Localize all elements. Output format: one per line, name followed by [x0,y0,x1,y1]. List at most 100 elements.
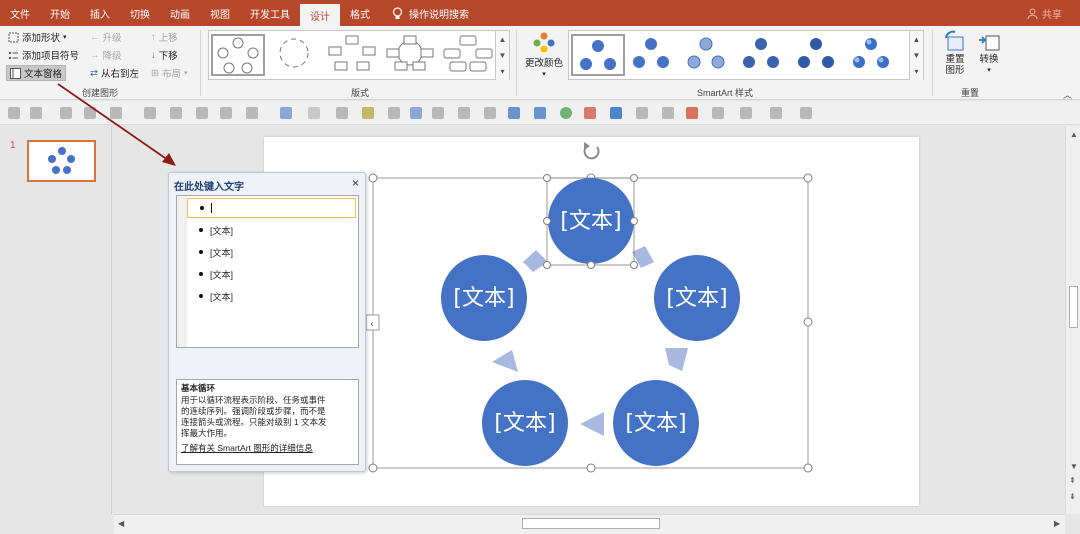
reset-graphic-icon [945,30,964,51]
layers-icon[interactable] [740,107,752,119]
tab-home[interactable]: 开始 [40,0,80,26]
bullet-item-3[interactable]: [文本] [187,242,356,262]
align-top-icon[interactable] [84,107,96,119]
layout-button[interactable]: ⊞ 布局 ▾ [151,65,188,81]
collapse-ribbon-button[interactable]: ︿ [1063,88,1072,101]
slide-thumbnail[interactable] [27,140,96,182]
layouts-more[interactable]: ▾ [495,63,509,80]
reset-graphic-button[interactable]: 重置图形 [938,30,972,76]
distribute-icon[interactable] [170,107,182,119]
text-pane-bullet-list[interactable]: [文本] [文本] [文本] [文本] [176,195,359,348]
move-down-icon: ↓ [151,49,156,61]
right-to-left-button[interactable]: ⇄ 从右到左 [90,65,139,81]
bring-forward-icon[interactable] [686,107,698,119]
tab-transitions[interactable]: 切换 [120,0,160,26]
style-thumb-2[interactable] [626,34,680,76]
bullet-dot [199,250,203,254]
close-icon[interactable]: × [352,176,359,190]
text-pane-button[interactable]: 文本窗格 [6,65,67,81]
layout-nondirectional-cycle[interactable] [443,34,497,76]
bullet-item-1[interactable] [187,198,356,218]
learn-more-link[interactable]: 了解有关 SmartArt 图形的详细信息 [181,443,354,454]
text-pane-label: 文本窗格 [24,69,63,80]
chart-icon[interactable] [636,107,648,119]
change-colors-button[interactable]: 更改颜色 ▾ [522,30,566,80]
selection-pane-icon[interactable] [770,107,782,119]
layout-basic-cycle[interactable] [211,34,265,76]
styles-more[interactable]: ▾ [909,63,923,80]
share-button[interactable]: 共享 [1027,0,1062,26]
bullet-item-2[interactable]: [文本] [187,220,356,240]
style-thumb-6[interactable] [846,34,900,76]
tab-file[interactable]: 文件 [0,0,40,26]
collapse-text-pane-button[interactable]: ‹ [365,314,380,331]
horizontal-scrollbar[interactable]: ◀ ▶ [114,514,1065,534]
layouts-scroll-down[interactable]: ▼ [495,47,509,63]
align-center-icon[interactable] [30,107,42,119]
style-thumb-4[interactable] [736,34,790,76]
bullet-text: [文本] [210,225,234,236]
layout-segmented-cycle[interactable] [385,34,439,76]
bullet-item-4[interactable]: [文本] [187,264,356,284]
horizontal-scroll-thumb[interactable] [522,518,660,529]
add-shape-icon [8,32,19,42]
ungroup-icon[interactable] [220,107,232,119]
fill-bucket-icon[interactable] [410,107,422,119]
tab-format[interactable]: 格式 [340,0,380,26]
scroll-left-arrow[interactable]: ◀ [118,519,124,528]
font-color-icon[interactable] [432,107,444,119]
text-box-icon[interactable] [336,107,348,119]
style-thumb-3[interactable] [681,34,735,76]
previous-slide-button[interactable]: ⇞ [1069,476,1076,485]
arrange-icon[interactable] [508,107,520,119]
animation-icon[interactable] [458,107,470,119]
tab-insert[interactable]: 插入 [80,0,120,26]
add-bullet-button[interactable]: 添加项目符号 [8,47,79,63]
align-right-icon[interactable] [60,107,72,119]
vertical-scrollbar[interactable]: ▲ ▼ ⇞ ⇟ [1065,126,1080,514]
tab-design[interactable]: 设计 [300,4,340,26]
tell-me-search[interactable]: 操作说明搜索 [380,6,469,21]
move-up-button[interactable]: ↑ 上移 [151,29,178,45]
format-painter-icon[interactable] [362,107,374,119]
table-icon[interactable] [584,107,596,119]
convert-button[interactable]: 转换 ▾ [974,30,1004,76]
shape-outline-icon[interactable] [308,107,320,119]
promote-button[interactable]: ← 升级 [90,29,122,45]
align-bottom-icon[interactable] [144,107,156,119]
align-middle-icon[interactable] [110,107,122,119]
group-icon[interactable] [196,107,208,119]
crop-icon[interactable] [662,107,674,119]
layout-block-cycle[interactable] [327,34,381,76]
scroll-up-arrow[interactable]: ▲ [1070,130,1078,139]
tab-view[interactable]: 视图 [200,0,240,26]
demote-button[interactable]: → 降级 [90,47,122,63]
layout-description-line: 的连续序列。强调阶段或步骤，而不是 [181,406,326,416]
style-thumb-5[interactable] [791,34,845,76]
vertical-scroll-thumb[interactable] [1069,286,1078,328]
percent-icon[interactable] [610,107,622,119]
styles-scroll-up[interactable]: ▲ [909,31,923,47]
add-shape-button[interactable]: 添加形状 ▾ [8,29,67,45]
send-backward-icon[interactable] [712,107,724,119]
next-slide-button[interactable]: ⇟ [1069,492,1076,501]
tab-developer[interactable]: 开发工具 [240,0,300,26]
tab-animations[interactable]: 动画 [160,0,200,26]
rotate-icon[interactable] [246,107,258,119]
style-thumb-1[interactable] [571,34,625,76]
bullet-item-5[interactable]: [文本] [187,286,356,306]
customize-toolbar-icon[interactable] [800,107,812,119]
layout-text-cycle[interactable] [269,34,323,76]
layouts-scroll-up[interactable]: ▲ [495,31,509,47]
shape-fill-icon[interactable] [280,107,292,119]
scroll-right-arrow[interactable]: ▶ [1054,519,1060,528]
move-down-button[interactable]: ↓ 下移 [151,47,178,63]
scroll-down-arrow[interactable]: ▼ [1070,462,1078,471]
align-left-icon[interactable] [8,107,20,119]
text-pane-icon [10,67,21,79]
effects-icon[interactable] [534,107,546,119]
circle-shape-icon[interactable] [560,107,572,119]
star-icon[interactable] [484,107,496,119]
styles-scroll-down[interactable]: ▼ [909,47,923,63]
eyedropper-icon[interactable] [388,107,400,119]
